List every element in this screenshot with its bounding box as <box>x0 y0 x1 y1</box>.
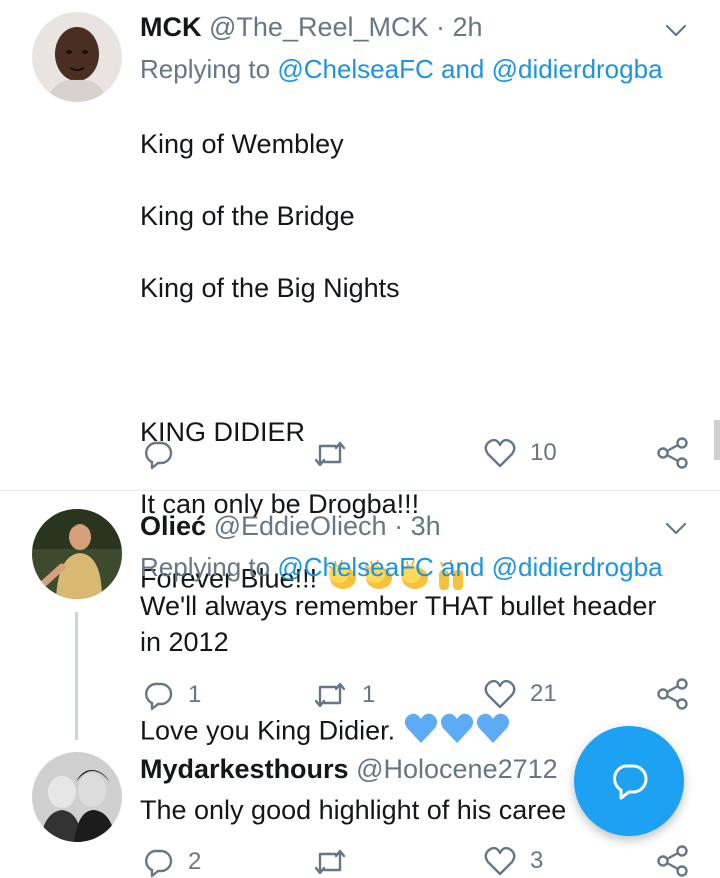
mention-links[interactable]: @ChelseaFC and @didierdrogba <box>277 552 662 582</box>
timestamp[interactable]: · 2h <box>436 12 483 42</box>
timestamp[interactable]: · 3h <box>394 511 441 541</box>
reply-button[interactable]: 2 <box>142 846 201 878</box>
avatar[interactable] <box>32 752 122 842</box>
like-button[interactable]: 10 <box>484 438 557 468</box>
display-name[interactable]: Mydarkesthours <box>140 754 349 784</box>
tweet-header: MCK @The_Reel_MCK · 2h <box>140 12 483 43</box>
heart-icon <box>484 438 516 468</box>
avatar[interactable] <box>32 12 122 102</box>
replying-prefix: Replying to <box>140 552 271 582</box>
replying-prefix: Replying to <box>140 54 271 84</box>
reply-button[interactable] <box>142 438 188 470</box>
display-name[interactable]: MCK <box>140 12 202 42</box>
compose-reply-icon <box>613 764 648 800</box>
retweet-icon <box>314 849 346 875</box>
reply-button[interactable]: 1 <box>142 679 201 711</box>
like-count: 3 <box>530 847 544 874</box>
reply-count: 1 <box>188 681 202 708</box>
retweet-button[interactable]: 1 <box>312 679 375 711</box>
like-count: 10 <box>530 439 557 466</box>
tweet-olie[interactable]: Olieć @EddieOliech · 3h Replying to @Che… <box>0 491 720 741</box>
avatar[interactable] <box>32 509 122 599</box>
chevron-down-icon[interactable] <box>664 516 688 540</box>
retweet-button[interactable] <box>312 438 362 470</box>
share-button[interactable] <box>656 677 690 711</box>
like-count: 21 <box>530 680 557 707</box>
thread-connector <box>75 612 78 740</box>
heart-icon <box>484 679 516 709</box>
tweet-line: King of the Big Nights <box>140 273 400 303</box>
retweet-icon <box>314 441 346 467</box>
share-icon <box>657 437 688 469</box>
tweet-line: King of Wembley <box>140 129 344 159</box>
heart-icon <box>484 846 516 876</box>
chevron-down-icon[interactable] <box>664 18 688 42</box>
compose-reply-button[interactable] <box>574 726 684 836</box>
retweet-count: 1 <box>362 681 376 708</box>
user-handle[interactable]: @The_Reel_MCK <box>209 12 429 42</box>
retweet-icon <box>314 682 346 708</box>
replying-to: Replying to @ChelseaFC and @didierdrogba <box>140 552 663 583</box>
reply-count: 2 <box>188 848 202 875</box>
like-button[interactable]: 21 <box>484 679 557 709</box>
user-handle[interactable]: @Holocene2712 <box>356 754 558 784</box>
retweet-button[interactable] <box>312 846 348 878</box>
share-icon <box>657 678 688 710</box>
tweet-text: We'll always remember THAT bullet header… <box>140 591 657 657</box>
share-button[interactable] <box>656 436 690 470</box>
share-button[interactable] <box>656 844 690 878</box>
tweet-header: Mydarkesthours @Holocene2712 <box>140 754 558 785</box>
reply-icon <box>145 849 173 878</box>
share-icon <box>657 845 688 877</box>
tweet-line: King of the Bridge <box>140 201 355 231</box>
tweet-mck[interactable]: MCK @The_Reel_MCK · 2h Replying to @Chel… <box>0 0 720 746</box>
replying-to: Replying to @ChelseaFC and @didierdrogba <box>140 54 663 85</box>
mention-links[interactable]: @ChelseaFC and @didierdrogba <box>277 54 662 84</box>
display-name[interactable]: Olieć <box>140 511 206 541</box>
reply-icon <box>145 682 173 711</box>
tweet-header: Olieć @EddieOliech · 3h <box>140 511 441 542</box>
scrollbar-thumb[interactable] <box>714 420 720 460</box>
tweet-line <box>140 342 511 378</box>
tweet-text: The only good highlight of his caree <box>140 795 567 825</box>
reply-icon <box>145 441 173 470</box>
user-handle[interactable]: @EddieOliech <box>214 511 387 541</box>
like-button[interactable]: 3 <box>484 846 543 876</box>
